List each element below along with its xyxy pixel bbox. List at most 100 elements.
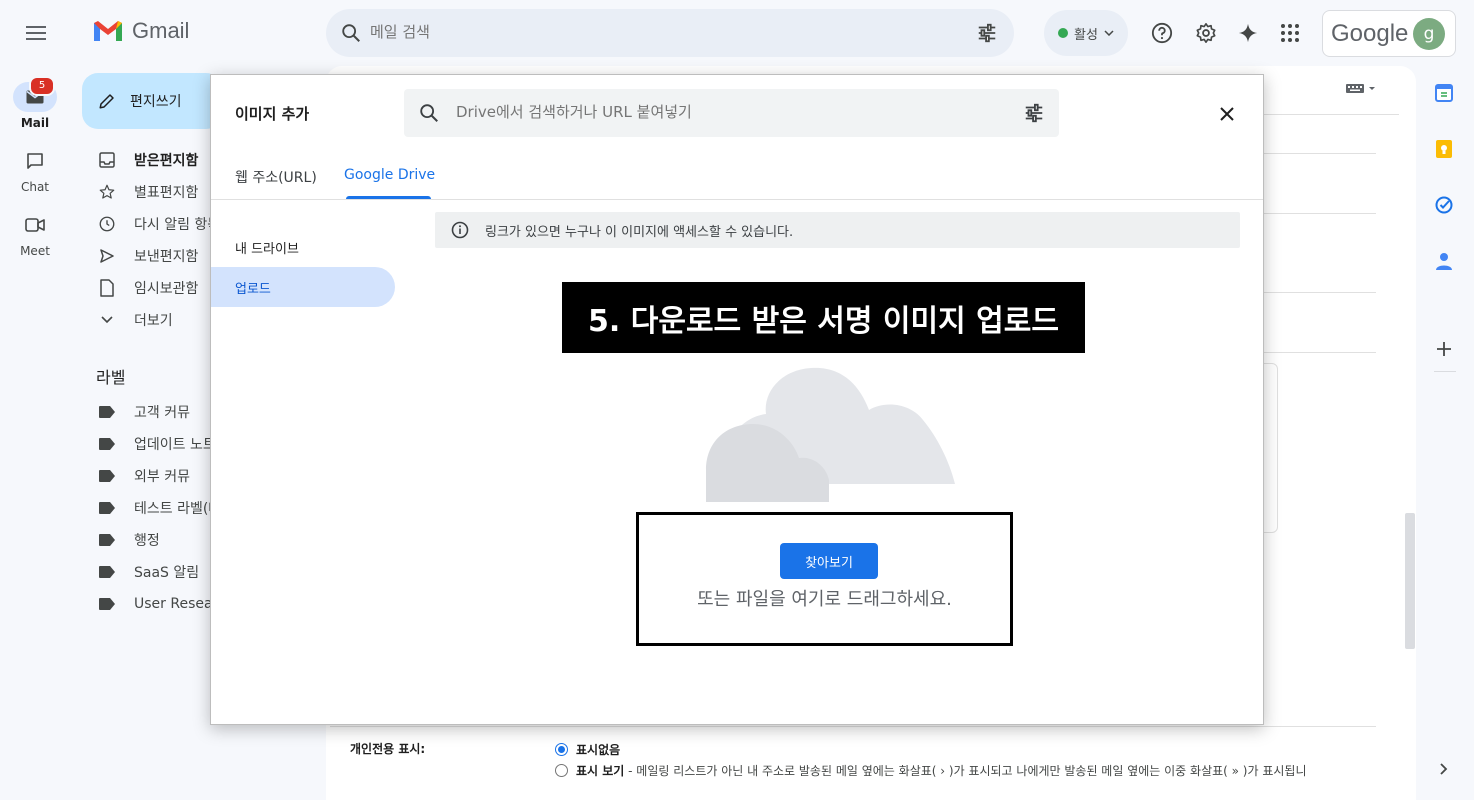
settings-button[interactable] (1194, 21, 1218, 45)
mail-search-input[interactable] (370, 23, 930, 41)
personal-option-show[interactable]: 표시 보기 - 메일링 리스트가 아닌 내 주소로 발송된 메일 옆에는 화살표… (555, 762, 1307, 779)
label-name: 외부 커뮤 (134, 469, 190, 485)
drive-search-input[interactable] (456, 103, 996, 121)
nav-more-label: 더보기 (134, 313, 173, 329)
settings-divider (1264, 352, 1376, 353)
keep-note-icon (1436, 140, 1452, 158)
radio-none[interactable] (555, 743, 568, 756)
search-options-icon[interactable] (976, 22, 998, 44)
label-name: 행정 (134, 533, 160, 549)
option-show-label: 표시 보기 (576, 764, 625, 778)
search-icon[interactable] (418, 102, 440, 124)
help-button[interactable] (1150, 21, 1174, 45)
account-button[interactable]: Google g (1322, 10, 1456, 57)
show-side-panel-button[interactable] (1433, 758, 1455, 780)
radio-show[interactable] (555, 764, 568, 777)
top-bar: Gmail 활성 Google g (0, 0, 1474, 66)
dialog-nav-my-drive[interactable]: 내 드라이브 (211, 227, 395, 267)
nav-item-inbox[interactable]: 받은편지함 (98, 146, 198, 174)
access-notice-text: 링크가 있으면 누구나 이 이미지에 액세스할 수 있습니다. (485, 224, 794, 240)
nav-item-sent[interactable]: 보낸편지함 (98, 242, 198, 270)
compose-button[interactable]: 편지쓰기 (82, 73, 222, 129)
dialog-title: 이미지 추가 (235, 105, 310, 123)
chevron-down-icon (1104, 30, 1114, 36)
insert-image-dialog: 이미지 추가 웹 주소(URL) Google Drive 내 드라이브 업로드… (210, 74, 1264, 725)
upload-drop-zone[interactable] (636, 512, 1013, 646)
search-options-icon[interactable] (1023, 102, 1045, 124)
get-addons-button[interactable] (1433, 338, 1455, 360)
status-dropdown[interactable]: 활성 (1044, 10, 1128, 56)
personal-option-none[interactable]: 표시없음 (555, 741, 620, 758)
dialog-close-button[interactable] (1215, 102, 1239, 126)
drag-hint-text: 또는 파일을 여기로 드래그하세요. (697, 589, 952, 610)
rail-item-mail[interactable]: 5 Mail (0, 76, 70, 130)
draft-file-icon (100, 279, 114, 297)
label-tag-icon (99, 534, 115, 546)
gmail-logo[interactable]: Gmail (92, 18, 189, 44)
active-tab-indicator (346, 196, 431, 199)
chat-icon-wrap (13, 146, 57, 176)
inbox-icon (99, 152, 115, 168)
label-tag-icon (99, 566, 115, 578)
tasks-button[interactable] (1433, 194, 1455, 216)
gmail-logo-text: Gmail (132, 18, 190, 43)
nav-item-snoozed[interactable]: 다시 알림 항목 (98, 210, 220, 238)
mail-search-bar[interactable] (326, 9, 1014, 57)
keep-button[interactable] (1433, 138, 1455, 160)
calendar-icon (1435, 84, 1453, 102)
browse-button[interactable]: 찾아보기 (780, 543, 878, 579)
option-none-label: 표시없음 (576, 743, 621, 757)
nav-item-starred[interactable]: 별표편지함 (98, 178, 198, 206)
apps-grid-icon (1281, 24, 1299, 42)
label-tag-icon (99, 470, 115, 482)
video-camera-icon (25, 218, 45, 232)
hamburger-icon (26, 26, 46, 40)
plus-icon (1437, 342, 1451, 356)
access-notice: 링크가 있으면 누구나 이 이미지에 액세스할 수 있습니다. (435, 212, 1240, 248)
label-item[interactable]: 외부 커뮤 (98, 462, 190, 490)
settings-divider (1264, 114, 1399, 115)
chat-icon (27, 153, 43, 169)
rail-chat-label: Chat (20, 180, 50, 194)
tab-google-drive[interactable]: Google Drive (344, 167, 435, 183)
settings-scrollbar[interactable] (1405, 513, 1415, 649)
status-active-dot (1058, 28, 1069, 38)
status-label: 활성 (1074, 27, 1098, 43)
labels-header: 라벨 (96, 368, 126, 387)
meet-icon-wrap (13, 210, 57, 240)
label-item[interactable]: SaaS 알림 (98, 558, 199, 586)
mail-icon-wrap: 5 (13, 76, 57, 112)
contacts-button[interactable] (1433, 250, 1455, 272)
tab-web-url[interactable]: 웹 주소(URL) (235, 167, 317, 187)
nav-starred-label: 별표편지함 (134, 185, 199, 201)
calendar-button[interactable] (1433, 82, 1455, 104)
nav-item-more[interactable]: 더보기 (98, 306, 173, 334)
nav-sent-label: 보낸편지함 (134, 249, 199, 265)
label-item[interactable]: 테스트 라벨(테 (98, 494, 221, 522)
label-item[interactable]: 행정 (98, 526, 160, 554)
rail-item-chat[interactable]: Chat (0, 146, 70, 194)
label-name: 테스트 라벨(테 (134, 501, 222, 517)
main-menu-button[interactable] (22, 20, 50, 46)
label-item[interactable]: 업데이트 노트 (98, 430, 216, 458)
label-tag-icon (99, 502, 115, 514)
gemini-button[interactable] (1236, 21, 1260, 45)
sparkle-icon (1238, 23, 1258, 43)
nav-item-drafts[interactable]: 임시보관함 (98, 274, 198, 302)
rail-item-meet[interactable]: Meet (0, 210, 70, 258)
star-icon (99, 184, 115, 199)
rail-mail-label: Mail (20, 116, 50, 130)
drive-search-bar[interactable] (404, 89, 1059, 137)
apps-button[interactable] (1278, 21, 1302, 45)
settings-divider (330, 726, 1376, 727)
label-tag-icon (99, 598, 115, 610)
label-name: 업데이트 노트 (134, 437, 216, 453)
chevron-right-icon (1440, 763, 1448, 775)
search-icon[interactable] (340, 22, 362, 44)
label-tag-icon (99, 406, 115, 418)
label-item[interactable]: 고객 커뮤 (98, 398, 190, 426)
settings-divider (1264, 153, 1376, 154)
dialog-nav-upload[interactable]: 업로드 (211, 267, 395, 307)
keyboard-icon[interactable] (1346, 83, 1376, 95)
nav-inbox-label: 받은편지함 (134, 153, 199, 169)
